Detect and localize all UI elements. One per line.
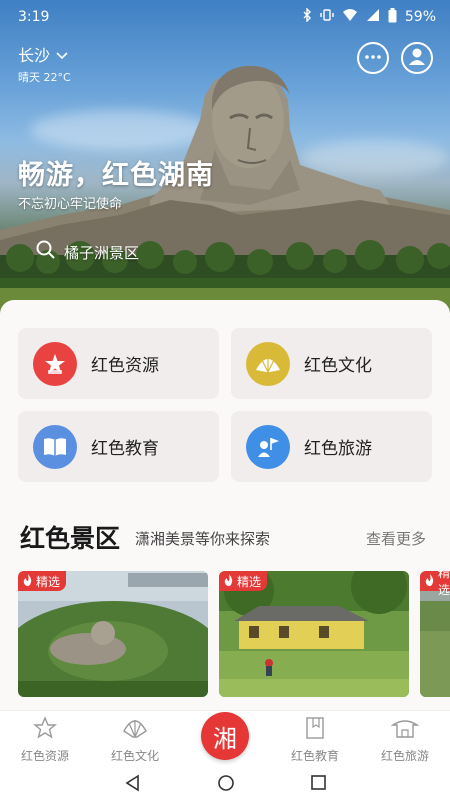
see-more-link[interactable]: 查看更多: [366, 528, 426, 549]
section-subtitle: 潇湘美景等你来探索: [135, 530, 271, 548]
featured-badge-text: 精选: [237, 574, 262, 589]
featured-badge-text: 精选: [36, 574, 61, 589]
status-time: 3:19: [18, 9, 50, 25]
category-label: 红色教育: [91, 439, 159, 459]
nav-red-travel[interactable]: 红色旅游: [360, 711, 450, 767]
flame-icon: [425, 573, 435, 589]
guide-flag-icon: [246, 424, 290, 469]
category-label: 红色旅游: [304, 439, 372, 459]
featured-badge: 精选: [420, 571, 450, 597]
vibrate-icon: [320, 8, 334, 26]
category-red-resources[interactable]: 红色资源: [18, 328, 219, 399]
flame-icon: [23, 573, 33, 589]
nav-label: 红色教育: [290, 749, 339, 763]
hero-title: 畅游，红色湖南: [18, 160, 214, 191]
category-red-culture[interactable]: 红色文化: [231, 328, 432, 399]
featured-badge-text: 精选: [438, 571, 450, 597]
chevron-down-icon[interactable]: [56, 45, 68, 64]
category-label: 红色文化: [304, 356, 372, 376]
status-bar: 3:19 59%: [0, 0, 450, 34]
bookmark-book-icon: [303, 715, 327, 744]
system-navigation-bar: [0, 766, 450, 800]
weather-text: 晴天 22°C: [18, 71, 71, 84]
flame-icon: [224, 573, 234, 589]
wifi-icon: [342, 8, 358, 26]
flag-star-icon: [33, 341, 77, 386]
featured-badge: 精选: [18, 571, 67, 591]
scenic-card[interactable]: 精选: [420, 571, 450, 697]
home-icon[interactable]: [217, 774, 235, 796]
book-icon: [33, 424, 77, 469]
nav-label: 红色旅游: [380, 749, 429, 763]
signal-icon: [366, 8, 380, 26]
back-icon[interactable]: [124, 774, 140, 796]
message-button[interactable]: [357, 42, 389, 74]
fan-icon: [121, 715, 149, 744]
bluetooth-icon: [302, 7, 312, 26]
nav-red-culture[interactable]: 红色文化: [90, 711, 180, 767]
star-house-icon: [32, 715, 58, 744]
hero-banner[interactable]: 3:19 59% 长沙 晴天 22°C 畅游，红色湖南 不忘初心牢记使命 橘子洲…: [0, 0, 450, 315]
city-name[interactable]: 长沙: [18, 42, 50, 66]
featured-badge: 精选: [219, 571, 268, 591]
category-red-education[interactable]: 红色教育: [18, 411, 219, 482]
city-selector[interactable]: 长沙 晴天 22°C: [18, 42, 71, 85]
home-center-button[interactable]: 湘: [201, 712, 249, 760]
profile-button[interactable]: [401, 42, 433, 74]
nav-label: 红色资源: [20, 749, 69, 763]
user-icon: [407, 46, 427, 70]
nav-red-education[interactable]: 红色教育: [270, 711, 360, 767]
fan-icon: [246, 341, 290, 386]
battery-level: 59%: [404, 9, 436, 25]
recents-icon[interactable]: [310, 774, 326, 796]
hero-subtitle: 不忘初心牢记使命: [18, 197, 123, 212]
nav-label: 红色文化: [110, 749, 159, 763]
pavilion-icon: [390, 715, 420, 744]
chat-bubble-icon: [363, 49, 383, 68]
hero-search-link[interactable]: 橘子洲景区: [36, 240, 139, 264]
scenic-card[interactable]: 精选: [18, 571, 208, 697]
scenic-card[interactable]: 精选: [219, 571, 409, 697]
nav-red-resources[interactable]: 红色资源: [0, 711, 90, 767]
category-red-travel[interactable]: 红色旅游: [231, 411, 432, 482]
section-title: 红色景区: [20, 524, 121, 553]
hero-search-text[interactable]: 橘子洲景区: [64, 242, 139, 263]
category-label: 红色资源: [91, 356, 159, 376]
search-icon: [36, 240, 56, 264]
battery-icon: [388, 7, 397, 27]
